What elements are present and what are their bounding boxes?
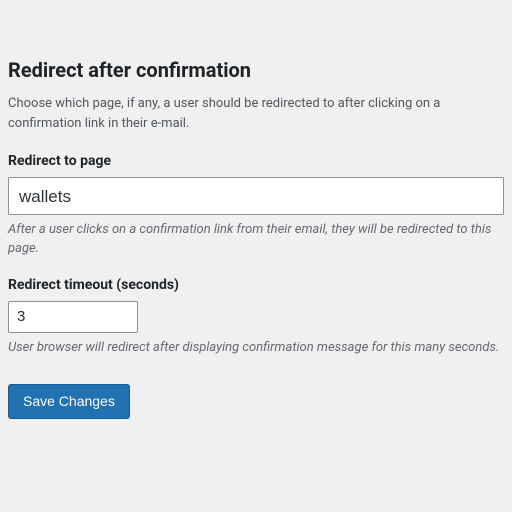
section-title: Redirect after confirmation xyxy=(8,58,504,82)
redirect-timeout-help: User browser will redirect after display… xyxy=(8,339,504,358)
field-redirect-page: Redirect to page wallets After a user cl… xyxy=(8,153,504,259)
save-changes-button[interactable]: Save Changes xyxy=(8,384,130,420)
redirect-timeout-input[interactable] xyxy=(8,301,138,333)
field-redirect-timeout: Redirect timeout (seconds) User browser … xyxy=(8,277,504,358)
settings-section: Redirect after confirmation Choose which… xyxy=(0,0,512,427)
submit-row: Save Changes xyxy=(8,384,504,420)
redirect-page-select-wrap: wallets xyxy=(8,177,504,215)
section-description: Choose which page, if any, a user should… xyxy=(8,94,504,133)
redirect-page-select[interactable]: wallets xyxy=(8,177,504,215)
redirect-timeout-label: Redirect timeout (seconds) xyxy=(8,277,504,293)
redirect-page-label: Redirect to page xyxy=(8,153,504,169)
redirect-page-help: After a user clicks on a confirmation li… xyxy=(8,221,504,259)
